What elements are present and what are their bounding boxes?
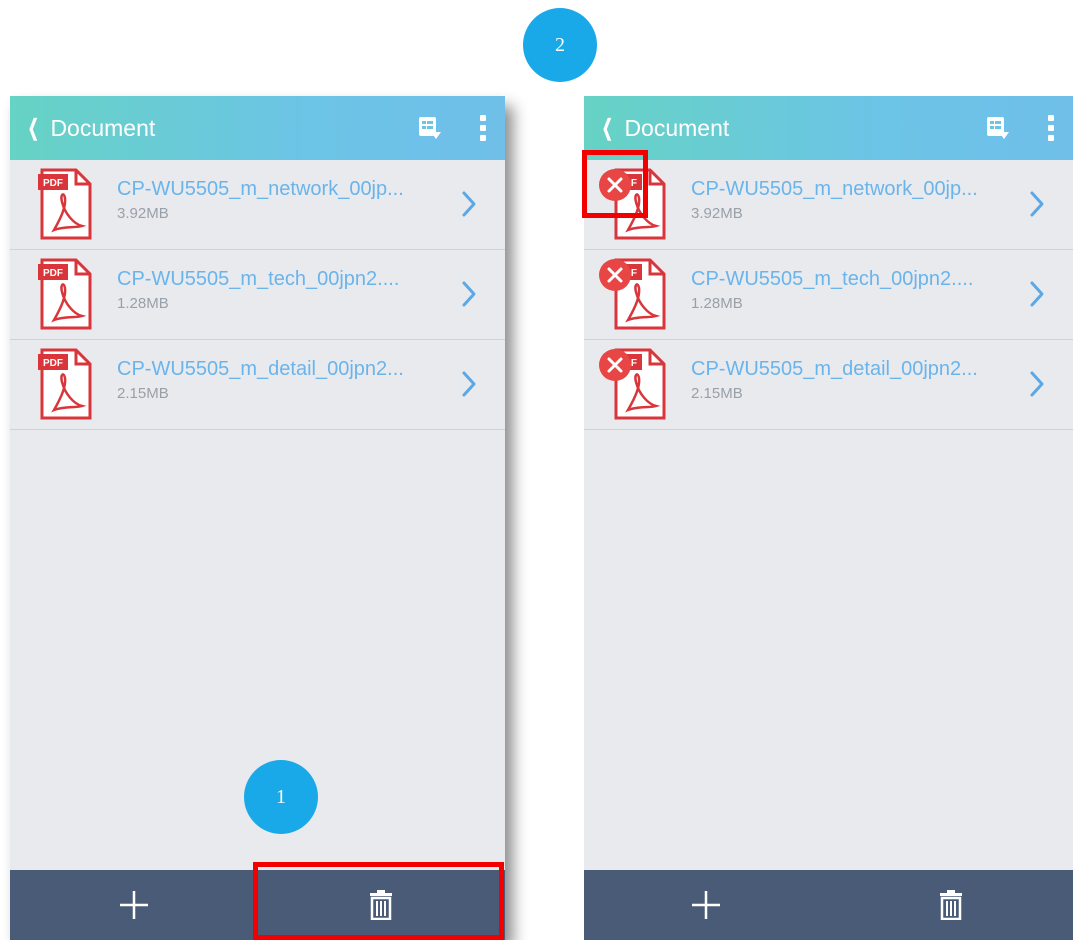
file-name: CP-WU5505_m_network_00jp... — [117, 178, 404, 200]
page-title: Document — [624, 114, 730, 141]
delete-circle-icon[interactable] — [598, 258, 632, 292]
highlight-trash-button — [253, 862, 504, 940]
pdf-label: PDF — [43, 358, 63, 369]
file-row[interactable]: PDF CP-WU5505_m_detail_00jpn2... 2.15MB — [584, 340, 1073, 430]
chevron-right-icon — [1030, 371, 1044, 397]
add-button[interactable] — [584, 870, 829, 940]
step-badge-1: 1 — [244, 760, 318, 834]
back-button[interactable]: ❮ Document — [10, 96, 156, 160]
file-list: PDF CP-WU5505_m_network_00jp... 3.92MB P… — [10, 160, 505, 430]
pdf-label: PDF — [43, 178, 63, 189]
file-name: CP-WU5505_m_tech_00jpn2.... — [691, 268, 974, 290]
file-size: 3.92MB — [117, 205, 169, 222]
chevron-right-icon — [462, 281, 476, 307]
file-row[interactable]: PDF CP-WU5505_m_detail_00jpn2... 2.15MB — [10, 340, 505, 430]
pdf-label: PDF — [43, 268, 63, 279]
delete-mode-button[interactable] — [829, 870, 1073, 940]
file-size: 2.15MB — [117, 385, 169, 402]
document-list-icon[interactable] — [985, 115, 1011, 141]
chevron-right-icon — [1030, 191, 1044, 217]
highlight-delete-icon — [582, 150, 648, 218]
add-icon — [119, 891, 148, 919]
file-row[interactable]: PDF CP-WU5505_m_tech_00jpn2.... 1.28MB — [584, 250, 1073, 340]
file-size: 3.92MB — [691, 205, 743, 222]
chevron-right-icon — [1030, 281, 1044, 307]
file-row[interactable]: PDF CP-WU5505_m_network_00jp... 3.92MB — [584, 160, 1073, 250]
file-size: 2.15MB — [691, 385, 743, 402]
file-row[interactable]: PDF CP-WU5505_m_tech_00jpn2.... 1.28MB — [10, 250, 505, 340]
file-name: CP-WU5505_m_detail_00jpn2... — [691, 358, 978, 380]
step-badge-2: 2 — [523, 8, 597, 82]
file-size: 1.28MB — [691, 295, 743, 312]
file-row[interactable]: PDF CP-WU5505_m_network_00jp... 3.92MB — [10, 160, 505, 250]
chevron-right-icon — [462, 371, 476, 397]
add-icon — [692, 891, 721, 919]
phone-screen-right: ❮ Document PDF CP-WU5505_m_network_00jp.… — [584, 96, 1073, 940]
bottom-toolbar — [584, 870, 1073, 940]
pdf-file-icon: PDF — [38, 348, 92, 420]
file-name: CP-WU5505_m_tech_00jpn2.... — [117, 268, 400, 290]
pdf-file-icon: PDF — [38, 168, 92, 240]
chevron-left-icon: ❮ — [27, 115, 39, 140]
trash-icon — [939, 890, 962, 920]
file-size: 1.28MB — [117, 295, 169, 312]
more-vert-icon[interactable] — [1047, 115, 1055, 141]
delete-circle-icon[interactable] — [598, 348, 632, 382]
document-list-icon[interactable] — [417, 115, 443, 141]
file-name: CP-WU5505_m_detail_00jpn2... — [117, 358, 404, 380]
file-name: CP-WU5505_m_network_00jp... — [691, 178, 978, 200]
page-title: Document — [50, 114, 156, 141]
add-button[interactable] — [10, 870, 258, 940]
pdf-file-icon: PDF — [38, 258, 92, 330]
file-list: PDF CP-WU5505_m_network_00jp... 3.92MB P… — [584, 160, 1073, 430]
chevron-right-icon — [462, 191, 476, 217]
more-vert-icon[interactable] — [479, 115, 487, 141]
app-bar: ❮ Document — [584, 96, 1073, 160]
chevron-left-icon: ❮ — [601, 115, 613, 140]
app-bar: ❮ Document — [10, 96, 505, 160]
